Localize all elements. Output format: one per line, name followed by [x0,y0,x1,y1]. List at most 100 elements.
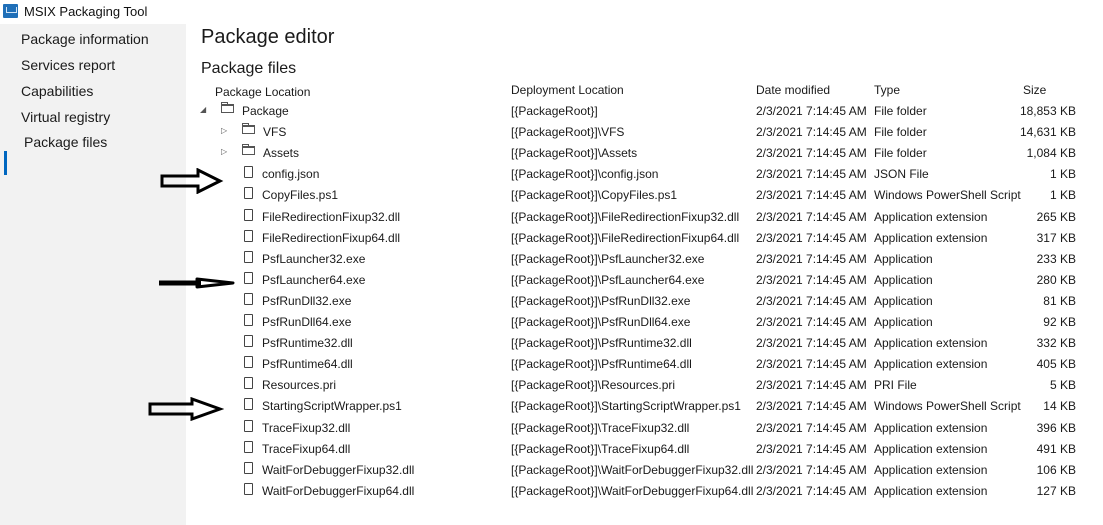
file-row[interactable]: TraceFixup64.dll [{PackageRoot}]\TraceFix… [186,438,1103,459]
deployment-location-cell: [{PackageRoot}] [511,104,598,118]
date-modified-cell: 2/3/2021 7:14:45 AM [756,315,867,329]
item-name: PsfRuntime32.dll [262,336,353,351]
file-row[interactable]: FileRedirectionFixup32.dll [{PackageRoot}… [186,206,1103,227]
date-modified-cell: 2/3/2021 7:14:45 AM [756,378,867,393]
deployment-location-cell: [{PackageRoot}]\CopyFiles.ps1 [511,188,678,203]
file-icon [244,208,253,221]
type-cell: PRI File [874,378,917,393]
nav-item-package-files[interactable]: Package files [24,134,107,150]
date-modified-cell: 2/3/2021 7:14:45 AM [756,357,867,372]
deployment-location-cell: [{PackageRoot}]\FileRedirectionFixup64.d… [511,230,740,245]
file-row[interactable]: PsfLauncher64.exe [{PackageRoot}]\PsfLaun… [186,269,1103,290]
date-modified-cell: 2/3/2021 7:14:45 AM [756,146,867,161]
file-row[interactable]: PsfRunDll64.exe [{PackageRoot}]\PsfRunDll… [186,311,1103,332]
size-cell: 1,084 KB [1026,146,1076,161]
date-modified-cell: 2/3/2021 7:14:45 AM [756,336,867,351]
file-row[interactable]: StartingScriptWrapper.ps1 [{PackageRoot}]… [186,395,1103,416]
folder-icon [242,123,255,135]
type-cell: File folder [874,125,927,140]
file-row[interactable]: PsfLauncher32.exe [{PackageRoot}]\PsfLaun… [186,248,1103,269]
date-modified-cell: 2/3/2021 7:14:45 AM [756,462,867,477]
file-icon [244,271,253,284]
deployment-location-cell: [{PackageRoot}]\PsfLauncher32.exe [511,251,705,266]
column-header-deployment-location[interactable]: Deployment Location [511,83,624,97]
folder-row[interactable]: ◢ Package [{PackageRoot}] 2/3/2021 7:14:45 … [186,100,1103,121]
file-icon [244,440,253,453]
item-name: config.json [262,167,320,182]
file-row[interactable]: config.json [{PackageRoot}]\config.json 2/… [186,163,1103,184]
file-icon [244,229,253,242]
size-cell: 317 KB [1036,230,1076,245]
file-row[interactable]: TraceFixup32.dll [{PackageRoot}]\TraceFix… [186,417,1103,438]
deployment-location-cell: [{PackageRoot}]\WaitForDebuggerFixup64.d… [511,483,754,498]
deployment-location-cell: [{PackageRoot}]\PsfRuntime64.dll [511,357,692,372]
column-header-date-modified[interactable]: Date modified [756,83,830,97]
file-icon [244,250,253,263]
size-cell: 127 KB [1036,483,1076,498]
item-name: PsfRuntime64.dll [262,357,353,372]
main-content: Package editor Package files Package Loc… [186,24,1103,525]
deployment-location-cell: [{PackageRoot}]\config.json [511,167,659,182]
file-icon [244,377,253,390]
deployment-location-cell: [{PackageRoot}]\PsfRuntime32.dll [511,336,692,351]
type-cell: Application [874,272,933,287]
item-name: FileRedirectionFixup32.dll [262,209,401,224]
type-cell: Windows PowerShell Script [874,399,1021,414]
file-row[interactable]: WaitForDebuggerFixup64.dll [{PackageRoot}… [186,480,1103,501]
deployment-location-cell: [{PackageRoot}]\TraceFixup64.dll [511,441,690,456]
column-header-package-location[interactable]: Package Location [215,85,310,99]
file-row[interactable]: PsfRuntime32.dll [{PackageRoot}]\PsfRunti… [186,332,1103,353]
app-title: MSIX Packaging Tool [24,4,148,19]
file-icon [244,398,253,411]
file-icon [244,461,253,474]
size-cell: 233 KB [1036,251,1076,266]
collapse-arrow-icon[interactable]: ▷ [221,126,227,135]
file-icon [244,335,253,348]
page-title: Package editor [201,26,335,48]
type-cell: Application [874,315,933,329]
file-row[interactable]: FileRedirectionFixup64.dll [{PackageRoot}… [186,227,1103,248]
file-row[interactable]: PsfRunDll32.exe [{PackageRoot}]\PsfRunDll… [186,290,1103,311]
nav-item-virtual-registry[interactable]: Virtual registry [21,109,110,125]
annotation-arrow-right-icon [148,397,224,421]
type-cell: Application extension [874,420,988,435]
column-header-type[interactable]: Type [874,83,900,97]
nav-item-services-report[interactable]: Services report [21,57,115,73]
size-cell: 14,631 KB [1019,125,1076,140]
date-modified-cell: 2/3/2021 7:14:45 AM [756,104,867,118]
type-cell: Application [874,251,933,266]
nav-item-capabilities[interactable]: Capabilities [21,83,93,99]
size-cell: 92 KB [1043,315,1076,329]
item-name: PsfLauncher64.exe [262,272,366,287]
file-icon [244,314,253,326]
size-cell: 5 KB [1049,378,1076,393]
date-modified-cell: 2/3/2021 7:14:45 AM [756,188,867,203]
date-modified-cell: 2/3/2021 7:14:45 AM [756,209,867,224]
date-modified-cell: 2/3/2021 7:14:45 AM [756,293,867,308]
folder-row[interactable]: ▷ VFS [{PackageRoot}]\VFS 2/3/2021 7:14:45 … [186,121,1103,142]
file-row[interactable]: WaitForDebuggerFixup32.dll [{PackageRoot}… [186,459,1103,480]
item-name: Resources.pri [262,378,337,393]
type-cell: Application extension [874,441,988,456]
folder-row[interactable]: ▷ Assets [{PackageRoot}]\Assets 2/3/2021 7:… [186,142,1103,163]
size-cell: 265 KB [1036,209,1076,224]
size-cell: 1 KB [1049,167,1076,182]
title-bar: MSIX Packaging Tool [0,0,1103,24]
column-header-size[interactable]: Size [1023,83,1046,97]
file-row[interactable]: PsfRuntime64.dll [{PackageRoot}]\PsfRunti… [186,353,1103,374]
item-name: Assets [263,146,300,161]
size-cell: 332 KB [1036,336,1076,351]
file-row[interactable]: Resources.pri [{PackageRoot}]\Resources.p… [186,374,1103,395]
nav-item-package-information[interactable]: Package information [21,31,149,47]
file-icon [244,482,253,495]
annotation-arrow-right-icon [159,277,235,289]
item-name: VFS [263,125,287,140]
size-cell: 491 KB [1036,441,1076,456]
type-cell: Application extension [874,357,988,372]
file-icon [244,166,253,179]
date-modified-cell: 2/3/2021 7:14:45 AM [756,272,867,287]
file-row[interactable]: CopyFiles.ps1 [{PackageRoot}]\CopyFiles.p… [186,184,1103,205]
annotation-arrow-right-icon [160,168,224,194]
expand-arrow-icon[interactable]: ◢ [200,105,206,114]
collapse-arrow-icon[interactable]: ▷ [221,147,227,156]
